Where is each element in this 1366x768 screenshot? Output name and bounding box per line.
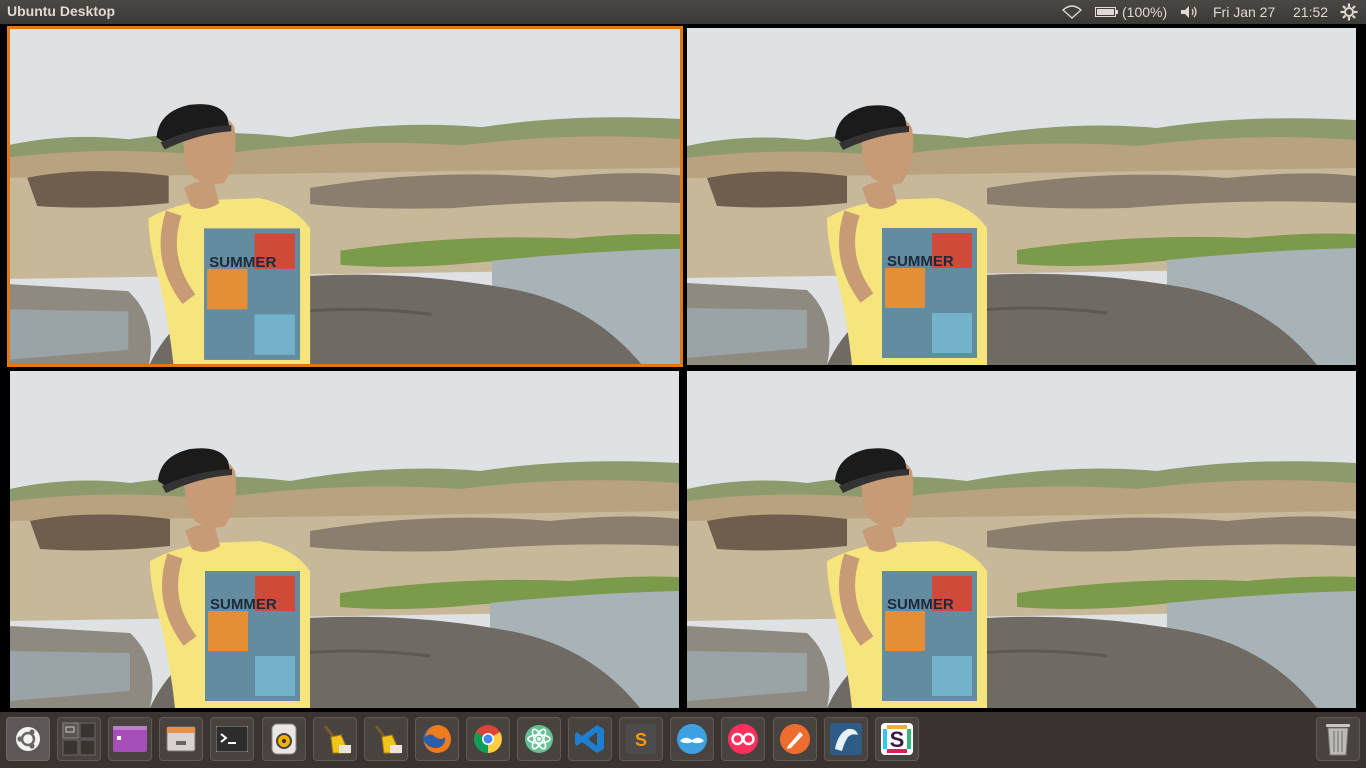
shirt-print-text: SUMMER — [887, 253, 954, 270]
launcher-mustache-app[interactable] — [670, 717, 714, 761]
wallpaper-photo: SUMMER — [687, 371, 1356, 708]
mustache-icon — [675, 722, 709, 756]
launcher-terminal[interactable] — [210, 717, 254, 761]
battery-icon[interactable] — [1095, 0, 1119, 24]
workspace-1[interactable]: SUMMER — [7, 26, 683, 367]
launcher-workspace-switcher[interactable] — [57, 717, 101, 761]
files-drawer-icon — [164, 722, 198, 756]
mysql-dolphin-icon — [829, 722, 863, 756]
wallpaper-photo: SUMMER — [7, 26, 683, 367]
launcher-firefox[interactable] — [415, 717, 459, 761]
workspace-switcher-icon — [62, 722, 96, 756]
shirt-print-text: SUMMER — [887, 596, 954, 613]
slack-icon: S — [880, 722, 914, 756]
launcher-purple-app[interactable] — [108, 717, 152, 761]
broom-icon — [369, 722, 403, 756]
wifi-icon[interactable] — [1062, 0, 1082, 24]
launcher-sublime-text[interactable]: S — [619, 717, 663, 761]
broom-icon — [318, 722, 352, 756]
launcher-bleachbit[interactable] — [313, 717, 357, 761]
launcher-dash-home[interactable] — [6, 717, 50, 761]
launcher-bleachbit-root[interactable] — [364, 717, 408, 761]
workspace-4[interactable]: SUMMER — [687, 371, 1356, 708]
ubuntu-logo-icon — [11, 722, 45, 756]
settings-gear-icon[interactable] — [1340, 0, 1358, 24]
app-title: Ubuntu Desktop — [7, 3, 116, 19]
workspace-switcher-overview: SUMMER SUMMER SUMMER SUMMER — [0, 24, 1366, 712]
chrome-icon — [471, 722, 505, 756]
wallpaper-photo: SUMMER — [687, 28, 1356, 365]
workspace-3[interactable]: SUMMER — [10, 371, 679, 708]
trash-icon — [1321, 722, 1355, 756]
firefox-icon — [420, 722, 454, 756]
launcher-rhythmbox[interactable] — [262, 717, 306, 761]
wallpaper-photo: SUMMER — [10, 371, 679, 708]
svg-text:S: S — [890, 727, 905, 752]
purple-window-icon — [113, 722, 147, 756]
launcher-chrome[interactable] — [466, 717, 510, 761]
flickr-icon — [726, 722, 760, 756]
launcher-trash[interactable] — [1316, 717, 1360, 761]
launcher-mysql-workbench[interactable] — [824, 717, 868, 761]
vscode-icon — [573, 722, 607, 756]
volume-icon[interactable] — [1180, 0, 1200, 24]
atom-icon — [522, 722, 556, 756]
clock-date[interactable]: Fri Jan 27 — [1213, 0, 1275, 24]
shirt-print-text: SUMMER — [210, 596, 277, 613]
terminal-icon — [215, 722, 249, 756]
battery-percent: (100%) — [1122, 4, 1168, 20]
launcher-slack[interactable]: S — [875, 717, 919, 761]
launcher-postman[interactable] — [773, 717, 817, 761]
clock-time[interactable]: 21:52 — [1293, 0, 1328, 24]
postman-icon — [778, 722, 812, 756]
svg-text:S: S — [635, 730, 647, 750]
shirt-print-text: SUMMER — [209, 254, 276, 271]
workspace-2[interactable]: SUMMER — [687, 28, 1356, 365]
launcher-files[interactable] — [159, 717, 203, 761]
speaker-icon — [267, 722, 301, 756]
sublime-icon: S — [624, 722, 658, 756]
top-panel: Ubuntu Desktop (100%) Fri Jan 27 21:52 — [0, 0, 1366, 24]
launcher-dock: SS — [0, 712, 1366, 768]
launcher-visual-studio-code[interactable] — [568, 717, 612, 761]
launcher-atom[interactable] — [517, 717, 561, 761]
launcher-flickr[interactable] — [721, 717, 765, 761]
